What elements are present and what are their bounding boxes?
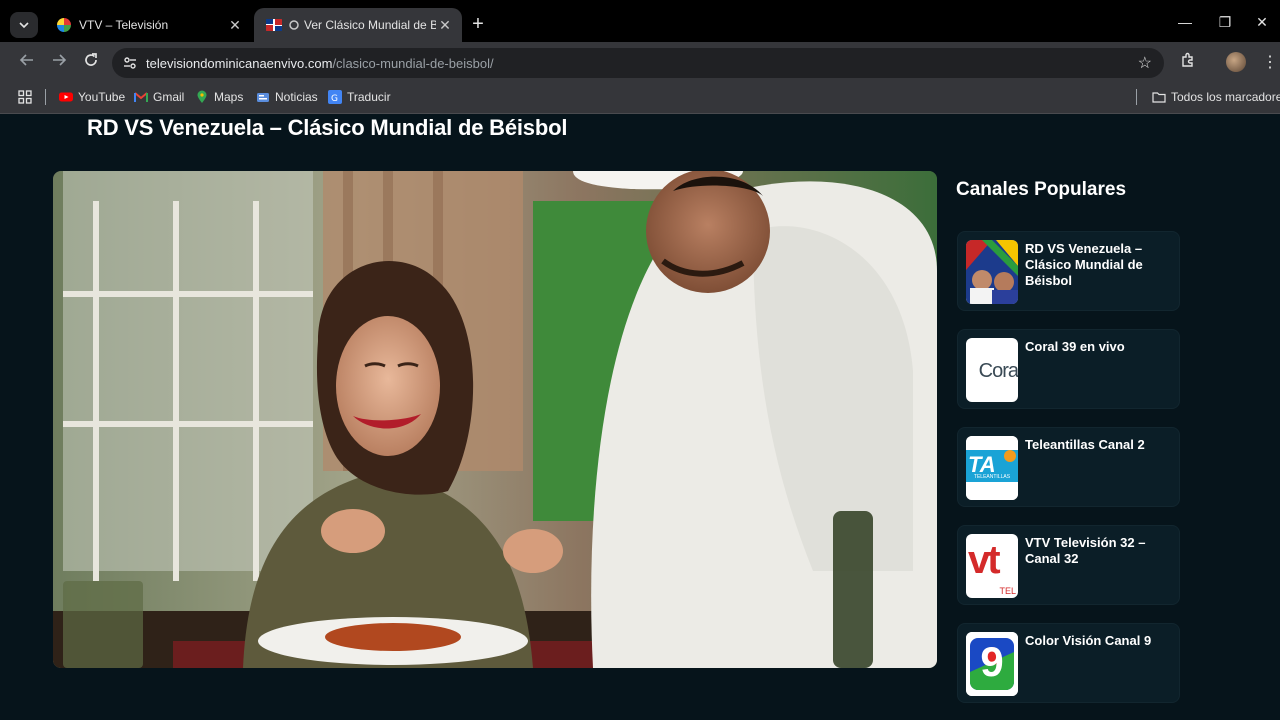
baseball-thumbnail — [966, 240, 1018, 304]
arrow-right-icon — [53, 54, 67, 66]
bookmark-label: Gmail — [153, 90, 185, 104]
channel-card[interactable]: TA TELEANTILLAS Teleantillas Canal 2 — [957, 427, 1180, 507]
translate-icon: G — [328, 90, 342, 104]
channel-card[interactable]: RD VS Venezuela – Clásico Mundial de Béi… — [957, 231, 1180, 311]
address-bar[interactable]: televisiondominicanaenvivo.com/clasico-m… — [112, 48, 1164, 78]
flag-favicon-icon — [266, 19, 282, 31]
video-frame — [53, 171, 937, 668]
all-bookmarks[interactable]: Todos los marcadores — [1152, 90, 1280, 104]
folder-icon — [1152, 92, 1166, 103]
bookmark-label: YouTube — [78, 90, 126, 104]
tab-strip: VTV – Televisión ✕ Ver Clásico Mundial d… — [0, 0, 1280, 48]
color-vision-logo: 9 — [966, 632, 1018, 696]
tab-clasico[interactable]: Ver Clásico Mundial de Béisbol ✕ — [254, 8, 462, 42]
channel-name: Color Visión Canal 9 — [1025, 633, 1152, 648]
url-host: televisiondominicanaenvivo.com — [146, 56, 333, 71]
profile-avatar[interactable] — [1226, 52, 1246, 72]
menu-kebab-icon[interactable]: ⋮ — [1262, 52, 1278, 72]
close-window-button[interactable]: ✕ — [1244, 14, 1280, 31]
loading-icon — [289, 20, 299, 30]
news-icon — [257, 93, 269, 102]
maps-pin-icon — [197, 90, 207, 103]
url-text: televisiondominicanaenvivo.com/clasico-m… — [146, 56, 494, 71]
close-tab-icon[interactable]: ✕ — [226, 17, 244, 34]
new-tab-button[interactable]: + — [466, 14, 490, 34]
coral-logo: Cora — [966, 338, 1018, 402]
channel-card[interactable]: Cora Coral 39 en vivo — [957, 329, 1180, 409]
vtv-logo: vt TEL — [966, 534, 1018, 598]
maximize-button[interactable]: ❐ — [1202, 14, 1248, 31]
reload-button[interactable] — [80, 52, 102, 74]
channel-name: Teleantillas Canal 2 — [1025, 437, 1145, 452]
bookmark-divider — [45, 89, 46, 105]
bookmark-label: Todos los marcadores — [1171, 90, 1280, 104]
bookmark-divider — [1136, 89, 1137, 105]
bookmark-star-icon[interactable]: ☆ — [1138, 53, 1152, 73]
tab-vtv[interactable]: VTV – Televisión ✕ — [44, 8, 252, 42]
vtv-favicon-icon — [57, 18, 71, 32]
bookmark-maps[interactable]: Maps — [195, 90, 243, 104]
site-settings-icon[interactable] — [122, 55, 138, 71]
bookmark-noticias[interactable]: Noticias — [256, 90, 318, 104]
channel-name: VTV Televisión 32 – Canal 32 — [1025, 535, 1146, 566]
bookmark-label: Maps — [214, 90, 244, 104]
bookmarks-bar: YouTube Gmail Maps Noticias G Traducir T… — [0, 84, 1280, 114]
page-title: RD VS Venezuela – Clásico Mundial de Béi… — [87, 115, 568, 140]
gmail-icon — [134, 92, 148, 102]
tab-title: VTV – Televisión — [79, 18, 169, 32]
svg-text:G: G — [331, 94, 338, 104]
bookmark-youtube[interactable]: YouTube — [59, 90, 125, 104]
bookmark-label: Traducir — [347, 90, 391, 104]
video-player[interactable] — [53, 171, 937, 668]
browser-toolbar: televisiondominicanaenvivo.com/clasico-m… — [0, 42, 1280, 84]
extensions-icon[interactable] — [1180, 52, 1196, 73]
tab-search-button[interactable] — [10, 12, 38, 38]
tab-title: Ver Clásico Mundial de Béisbol — [304, 18, 436, 32]
reload-icon — [85, 53, 97, 66]
page-content: RD VS Venezuela – Clásico Mundial de Béi… — [0, 115, 1280, 720]
channel-card[interactable]: 9 Color Visión Canal 9 — [957, 623, 1180, 703]
bookmark-gmail[interactable]: Gmail — [134, 90, 184, 104]
back-button[interactable] — [16, 52, 38, 74]
chevron-down-icon — [19, 22, 29, 29]
apps-grid-icon[interactable] — [18, 90, 32, 104]
forward-button[interactable] — [48, 52, 70, 74]
bookmark-traducir[interactable]: G Traducir — [328, 90, 391, 104]
youtube-icon — [59, 92, 73, 102]
sidebar-title: Canales Populares — [956, 179, 1127, 200]
channel-name: Coral 39 en vivo — [1025, 339, 1125, 354]
url-path: /clasico-mundial-de-beisbol/ — [332, 56, 494, 71]
arrow-left-icon — [19, 54, 33, 66]
channel-card[interactable]: vt TEL VTV Televisión 32 – Canal 32 — [957, 525, 1180, 605]
bookmark-label: Noticias — [275, 90, 318, 104]
close-tab-icon[interactable]: ✕ — [436, 17, 454, 34]
teleantillas-logo: TA TELEANTILLAS — [966, 436, 1018, 500]
channel-name: RD VS Venezuela – Clásico Mundial de Béi… — [1025, 241, 1143, 288]
